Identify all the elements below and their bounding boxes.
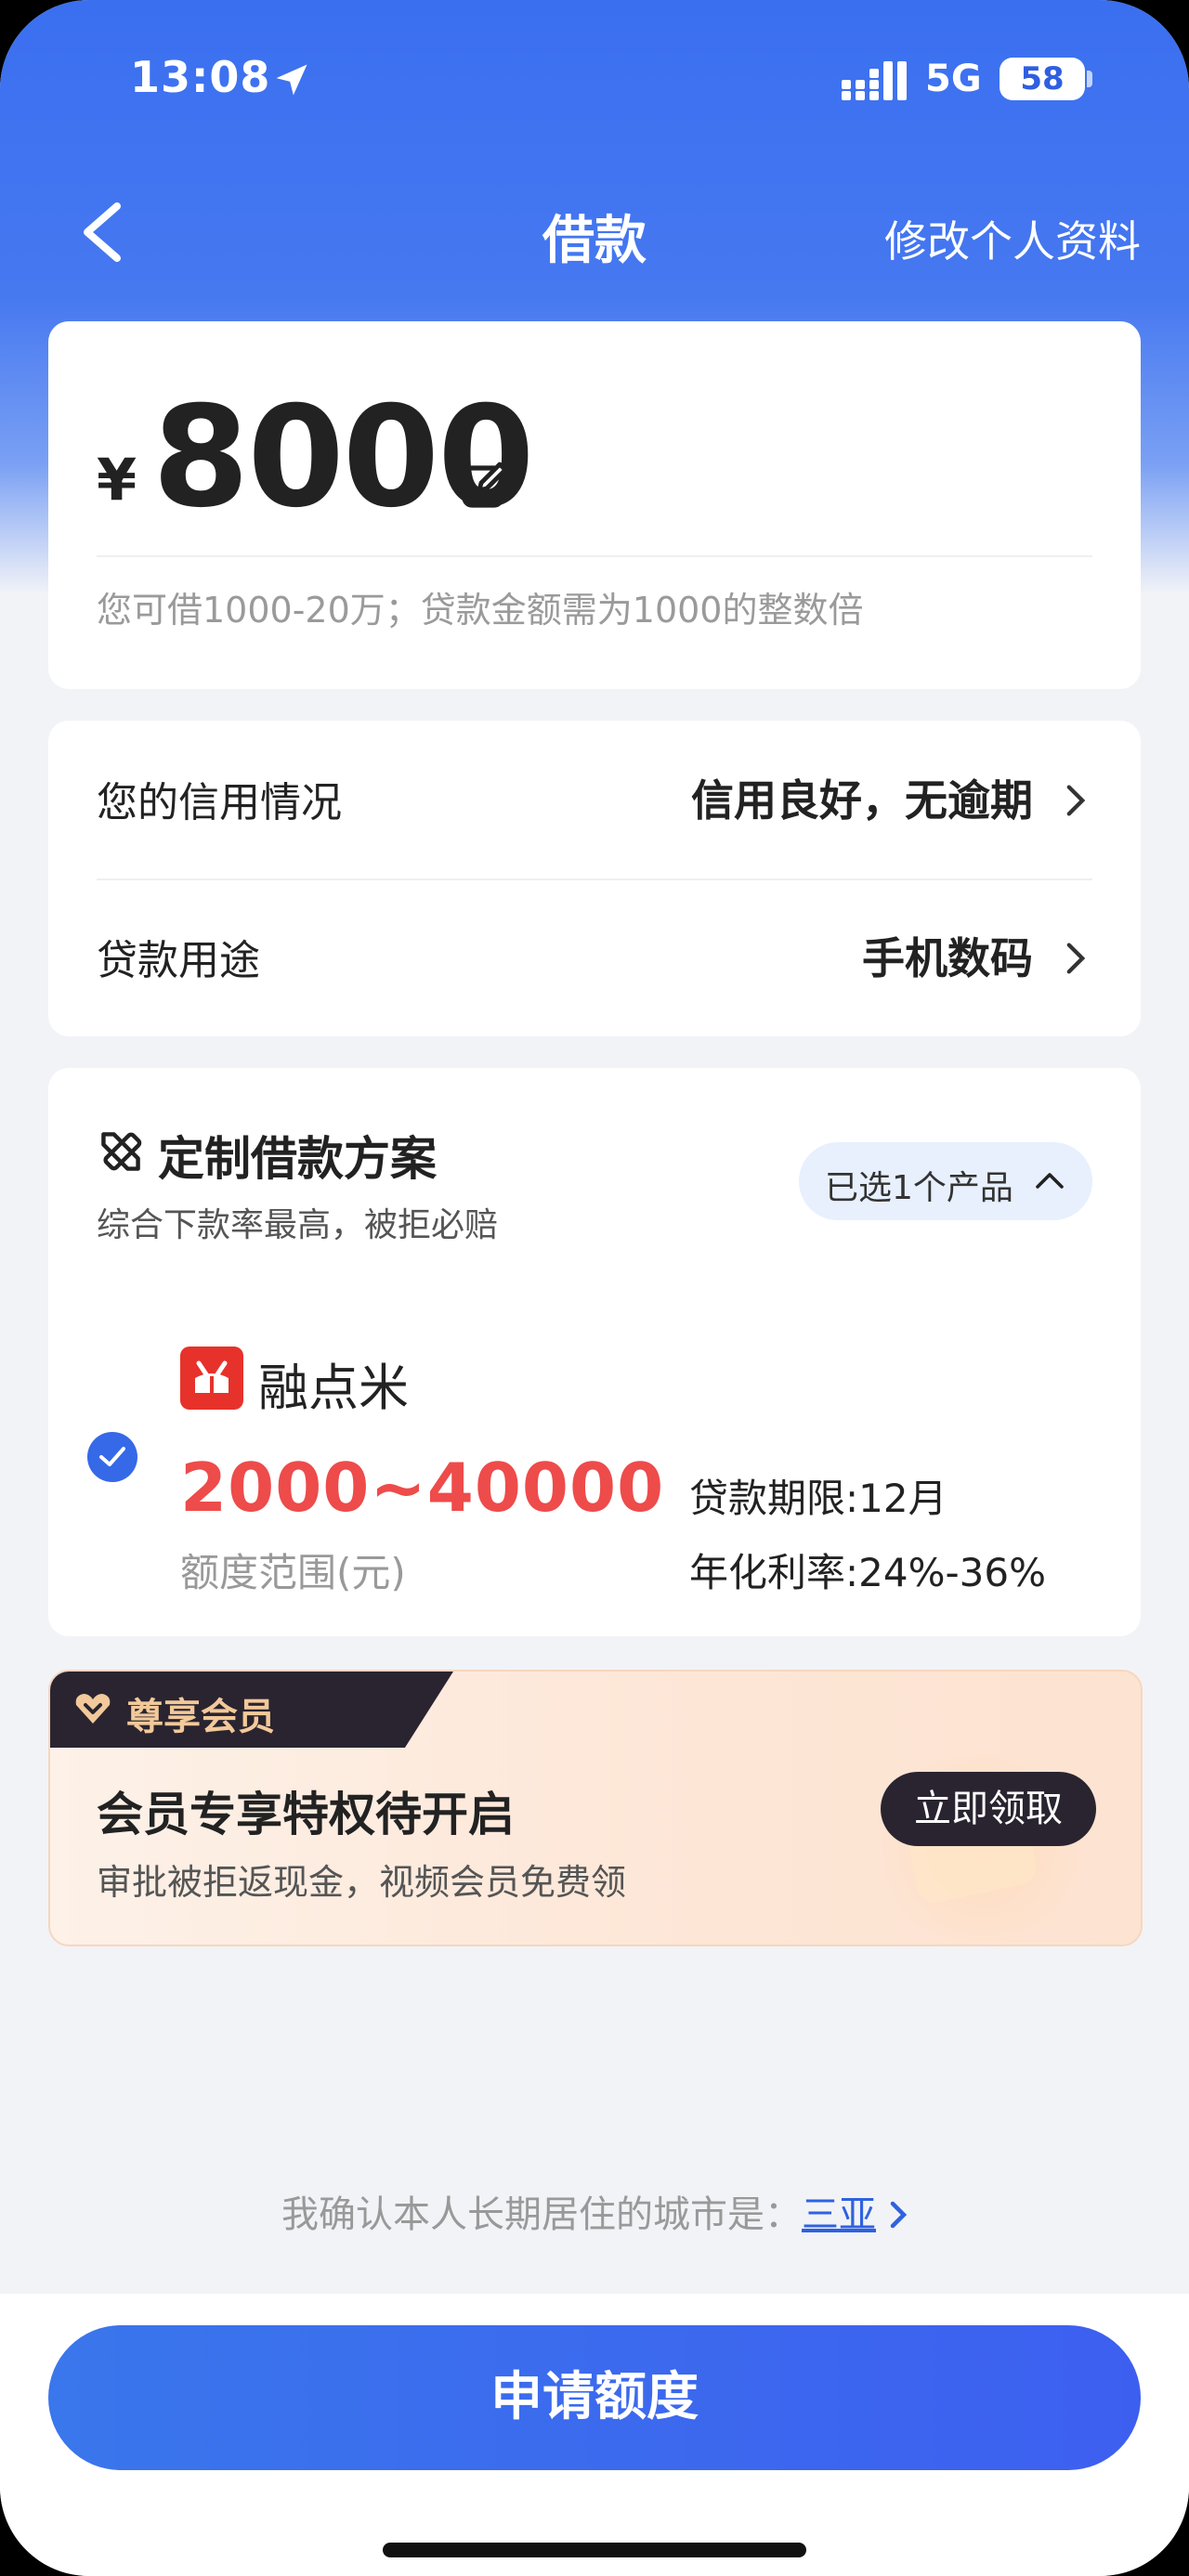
currency-symbol: ¥ (97, 446, 137, 514)
amount-hint: 您可借1000-20万；贷款金额需为1000的整数倍 (97, 590, 864, 631)
bottom-action-bar: 申请额度 (0, 2294, 1189, 2576)
loan-purpose-value: 手机数码 (862, 933, 1033, 983)
cellular-signal-icon (842, 61, 907, 100)
edit-profile-link[interactable]: 修改个人资料 (884, 208, 1141, 269)
product-logo (180, 1347, 243, 1410)
pencil-ruler-icon (101, 1132, 142, 1171)
checkmark-icon (99, 1447, 125, 1466)
product-amount-range: 2000~40000 (180, 1449, 665, 1527)
credit-status-value: 信用良好，无逾期 (691, 775, 1033, 826)
location-arrow-icon (276, 64, 307, 96)
phone-screen: 13:08 5G 58 借款 修改个人资料 ¥ 8000 您可借1000-20万… (0, 0, 1189, 2576)
claim-button[interactable]: 立即领取 (881, 1772, 1096, 1846)
loan-amount-input[interactable]: 8000 (152, 377, 534, 539)
loan-amount-card: ¥ 8000 您可借1000-20万；贷款金额需为1000的整数倍 (48, 321, 1141, 689)
divider (97, 555, 1092, 557)
home-indicator (383, 2543, 806, 2557)
member-banner[interactable]: 尊享会员 会员专享特权待开启 审批被拒返现金，视频会员免费领 立即领取 (48, 1670, 1143, 1946)
edit-pencil-icon[interactable] (459, 459, 511, 511)
status-time: 13:08 (130, 52, 271, 102)
product-term: 贷款期限:12月 (689, 1476, 947, 1521)
credit-status-row[interactable]: 您的信用情况 信用良好，无逾期 (97, 721, 1092, 880)
product-range-label: 额度范围(元) (180, 1550, 406, 1595)
chevron-right-icon (1066, 785, 1086, 816)
chevron-right-icon[interactable] (889, 2201, 908, 2229)
member-tag: 尊享会员 (50, 1672, 453, 1748)
product-rate: 年化利率:24%-36% (689, 1550, 1047, 1595)
heart-badge-icon (75, 1694, 111, 1724)
member-tag-label: 尊享会员 (126, 1696, 275, 1738)
residence-city-line: 我确认本人长期居住的城市是：三亚 (0, 2184, 1189, 2238)
navigation-bar: 借款 修改个人资料 (0, 176, 1189, 288)
selected-products-toggle[interactable]: 已选1个产品 (799, 1142, 1092, 1220)
credit-status-label: 您的信用情况 (97, 779, 342, 826)
selected-products-label: 已选1个产品 (825, 1169, 1013, 1207)
city-link[interactable]: 三亚 (802, 2193, 876, 2236)
plan-title: 定制借款方案 (158, 1132, 437, 1186)
member-title: 会员专享特权待开启 (97, 1788, 515, 1841)
status-bar: 13:08 5G 58 (0, 0, 1189, 139)
loan-purpose-row[interactable]: 贷款用途 手机数码 (97, 878, 1092, 1036)
loan-info-card: 您的信用情况 信用良好，无逾期 贷款用途 手机数码 (48, 721, 1141, 1036)
loan-purpose-label: 贷款用途 (97, 937, 260, 984)
apply-credit-button[interactable]: 申请额度 (48, 2325, 1141, 2470)
product-checkbox[interactable] (87, 1432, 137, 1482)
chevron-up-icon (1036, 1173, 1064, 1189)
plan-subtitle: 综合下款率最高，被拒必赔 (97, 1206, 499, 1244)
chevron-right-icon (1066, 943, 1086, 974)
city-prefix: 我确认本人长期居住的城市是： (281, 2193, 802, 2236)
product-logo-icon (195, 1360, 229, 1393)
battery-indicator: 58 (1000, 58, 1085, 100)
custom-plan-card: 定制借款方案 综合下款率最高，被拒必赔 已选1个产品 融点米 2000~4000… (48, 1068, 1141, 1636)
member-subtitle: 审批被拒返现金，视频会员免费领 (97, 1862, 627, 1903)
network-type: 5G (925, 58, 982, 100)
battery-tip (1087, 71, 1092, 87)
product-name: 融点米 (258, 1359, 409, 1417)
